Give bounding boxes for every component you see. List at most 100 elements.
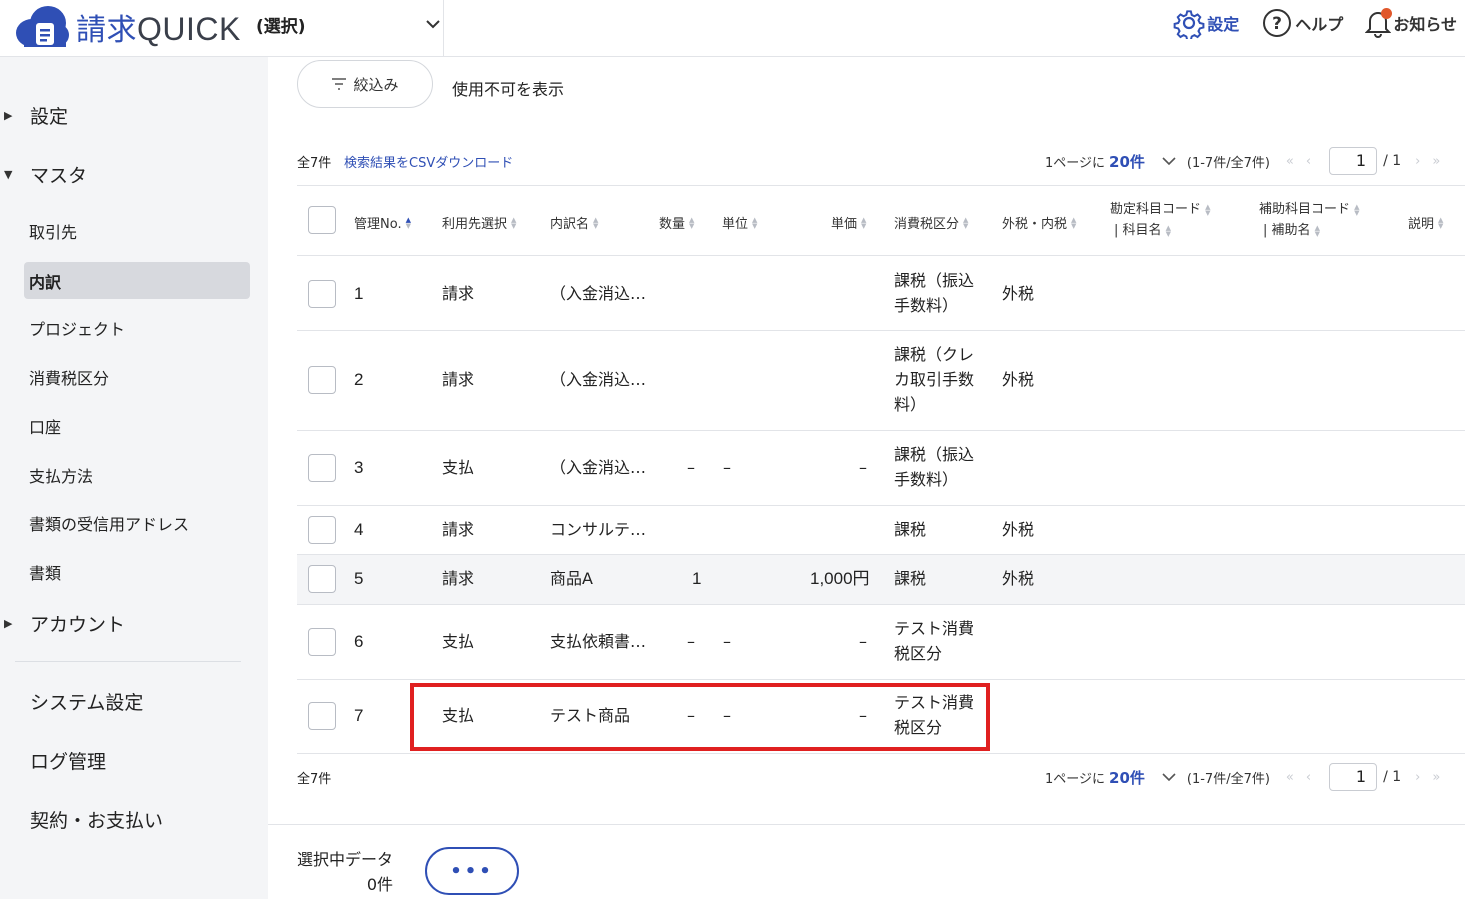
sidebar-section-label: マスタ (30, 165, 88, 187)
row-checkbox[interactable] (308, 702, 336, 730)
help-link[interactable]: ? ヘルプ (1261, 7, 1343, 39)
page-number-input[interactable]: 1 (1329, 147, 1378, 175)
chevron-down-icon[interactable] (1161, 772, 1177, 782)
show-disabled-toggle[interactable]: 使用不可を表示 (452, 76, 564, 100)
prev-page-icon[interactable]: ‹ (1306, 770, 1311, 785)
header-tax[interactable]: 消費税区分 ▲ ▼ (894, 213, 968, 232)
settings-link[interactable]: 設定 (1173, 7, 1239, 39)
sidebar-section-settings[interactable]: ▶ 設定 (0, 102, 68, 129)
cell-unit: – (723, 632, 731, 651)
cell-target: 支払 (442, 632, 475, 651)
sidebar-item-document-receiving-address[interactable]: 書類の受信用アドレス (24, 504, 250, 541)
page-total: / 1 (1383, 769, 1402, 785)
header-price[interactable]: 単価 ▲ ▼ (831, 213, 866, 232)
cell-tax: 課税（振込手数料） (894, 271, 975, 315)
cell-qty: – (687, 458, 695, 477)
cell-tax: 課税（振込手数料） (894, 445, 975, 489)
cell-no: 5 (354, 569, 364, 588)
table-row[interactable]: 1 請求 （入金消込… 課税（振込手数料） 外税 (297, 256, 1465, 331)
pager: 1ページに 20件 (1-7件/全7件) « ‹ 1 / 1 › » (1045, 762, 1452, 792)
sidebar-item-documents[interactable]: 書類 (24, 553, 250, 590)
first-page-icon[interactable]: « (1286, 154, 1294, 169)
row-checkbox[interactable] (308, 516, 336, 544)
cell-tax: 課税（クレカ取引手数料） (894, 345, 975, 414)
table-row[interactable]: 6 支払 支払依頼書… – – – テスト消費税区分 (297, 605, 1465, 680)
table-row[interactable]: 2 請求 （入金消込… 課税（クレカ取引手数料） 外税 (297, 331, 1465, 431)
last-page-icon[interactable]: » (1432, 770, 1440, 785)
per-page-select[interactable]: 20件 (1109, 767, 1145, 788)
first-page-icon[interactable]: « (1286, 770, 1294, 785)
sidebar-section-label: 設定 (30, 106, 69, 128)
sidebar-log-management[interactable]: ログ管理 (30, 747, 106, 774)
table-header: 管理No. ▲ ▼ 利用先選択 ▲ ▼ 内訳名 ▲ ▼ 数量 ▲ ▼ 単位 ▲ ▼ 単価 ▲ ▼ 消費税… (297, 185, 1465, 256)
header-taxtype[interactable]: 外税・内税 ▲ ▼ (1002, 213, 1076, 232)
select-all-checkbox[interactable] (308, 206, 336, 234)
sort-icon: ▲ ▼ (1438, 215, 1444, 230)
header-description[interactable]: 説明 ▲ ▼ (1408, 213, 1443, 232)
filter-label: 絞込み (353, 75, 399, 94)
sort-icon: ▲ ▼ (1071, 215, 1077, 230)
chevron-down-icon[interactable] (1161, 156, 1177, 166)
header-unit[interactable]: 単位 ▲ ▼ (722, 213, 757, 232)
cell-no: 2 (354, 370, 364, 389)
sidebar-section-master[interactable]: ▼ マスタ (0, 161, 87, 188)
total-count: 全7件 (297, 772, 332, 787)
sidebar-contract-payment[interactable]: 契約・お支払い (30, 806, 163, 833)
sidebar-item-payment-methods[interactable]: 支払方法 (24, 456, 250, 493)
sidebar-item-breakdown[interactable]: 内訳 (24, 262, 250, 299)
filter-icon (332, 78, 347, 90)
header-target[interactable]: 利用先選択 ▲ ▼ (442, 213, 516, 232)
sidebar-item-accounts[interactable]: 口座 (24, 407, 250, 444)
total-count: 全7件 (297, 156, 332, 171)
more-actions-button[interactable]: ••• (425, 847, 519, 895)
table-row[interactable]: 4 請求 コンサルテ… 課税 外税 (297, 506, 1465, 555)
row-checkbox[interactable] (308, 454, 336, 482)
row-checkbox[interactable] (308, 280, 336, 308)
settings-label: 設定 (1207, 15, 1240, 34)
filter-button[interactable]: 絞込み (297, 60, 433, 108)
cell-taxtype: 外税 (1002, 284, 1035, 303)
selection-count: 0件 (366, 875, 394, 894)
cell-taxtype: 外税 (1002, 569, 1035, 588)
row-checkbox[interactable] (308, 366, 336, 394)
sidebar-item-clients[interactable]: 取引先 (24, 212, 250, 249)
pager: 1ページに 20件 (1-7件/全7件) « ‹ 1 / 1 › » (1045, 146, 1452, 176)
pagination-bottom: 全7件 1ページに 20件 (1-7件/全7件) « ‹ 1 / 1 › » (297, 762, 1465, 792)
cell-target: 請求 (442, 370, 475, 389)
cell-target: 請求 (442, 569, 475, 588)
next-page-icon[interactable]: › (1415, 770, 1420, 785)
header-account-code[interactable]: 勘定科目コード ▲ ▼ | 科目名 ▲ ▼ (1110, 199, 1211, 241)
cell-target: 請求 (442, 284, 475, 303)
row-checkbox[interactable] (308, 628, 336, 656)
sidebar-divider (15, 661, 241, 662)
organization-select[interactable]: (選択) (256, 10, 442, 38)
header-no[interactable]: 管理No. ▲ ▼ (354, 213, 411, 232)
page-number-input[interactable]: 1 (1329, 763, 1378, 791)
cell-price: 1,000円 (810, 569, 870, 588)
csv-download-link[interactable]: 検索結果をCSVダウンロード (344, 152, 513, 171)
sidebar-system-settings[interactable]: システム設定 (30, 688, 143, 715)
sort-asc-icon: ▲ ▼ (405, 215, 411, 230)
sidebar-item-tax-categories[interactable]: 消費税区分 (24, 358, 250, 395)
cell-no: 6 (354, 632, 364, 651)
header-sub-account-code[interactable]: 補助科目コード ▲ ▼ | 補助名 ▲ ▼ (1259, 199, 1360, 241)
row-checkbox[interactable] (308, 565, 336, 593)
selection-label: 選択中データ (297, 850, 394, 869)
sidebar-section-account[interactable]: ▶ アカウント (0, 610, 125, 637)
app-header: 請求QUICK (選択) 設定 ? ヘルプ お知らせ (0, 0, 1465, 57)
question-circle-icon: ? (1263, 9, 1292, 37)
last-page-icon[interactable]: » (1432, 154, 1440, 169)
notices-link[interactable]: お知らせ (1365, 7, 1457, 39)
cell-target: 請求 (442, 520, 475, 539)
header-qty[interactable]: 数量 ▲ ▼ (659, 213, 694, 232)
notices-label: お知らせ (1393, 15, 1457, 34)
table-row[interactable]: 3 支払 （入金消込… – – – 課税（振込手数料） (297, 431, 1465, 506)
selection-bar: 選択中データ 0件 ••• (268, 824, 1465, 899)
app-logo[interactable]: 請求QUICK (14, 5, 241, 49)
header-name[interactable]: 内訳名 ▲ ▼ (550, 213, 598, 232)
next-page-icon[interactable]: › (1415, 154, 1420, 169)
prev-page-icon[interactable]: ‹ (1306, 154, 1311, 169)
table-row[interactable]: 5 請求 商品A 1 1,000円 課税 外税 (297, 555, 1465, 605)
per-page-select[interactable]: 20件 (1109, 151, 1145, 172)
sidebar-item-projects[interactable]: プロジェクト (24, 309, 250, 346)
